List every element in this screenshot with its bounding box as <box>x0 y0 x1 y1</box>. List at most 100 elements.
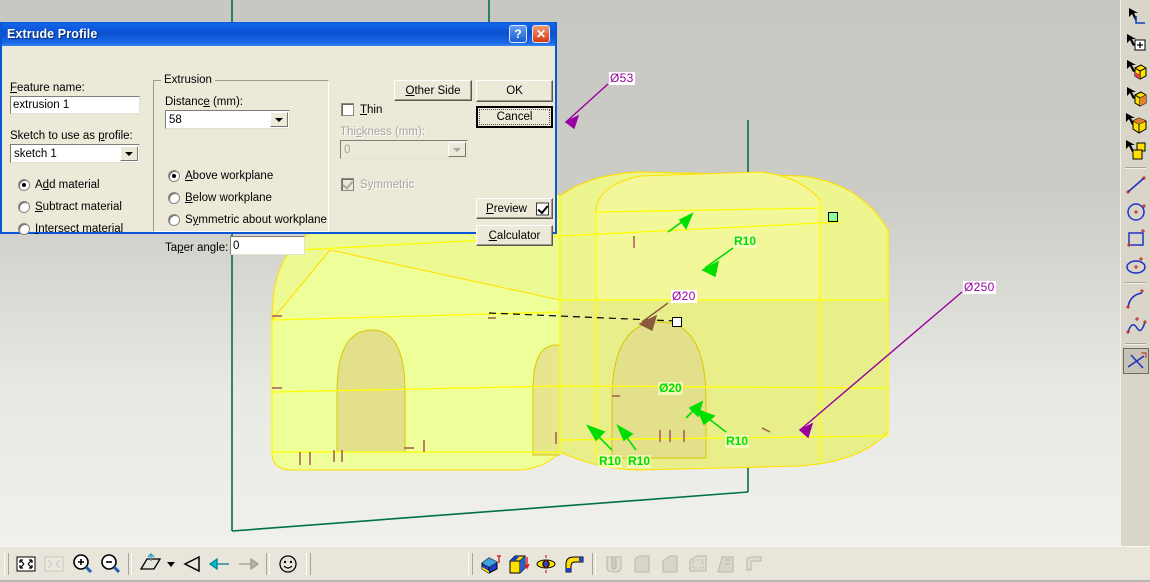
thread-feature-icon <box>741 551 767 577</box>
chamfer-feature-icon <box>657 551 683 577</box>
radio-indicator <box>18 179 30 191</box>
sketch-dropdown-value: sketch 1 <box>14 147 57 160</box>
line-tool[interactable] <box>1123 172 1149 198</box>
arc-tool[interactable] <box>1123 287 1149 313</box>
sweep-profile-icon[interactable] <box>561 551 587 577</box>
radio-intersect-material-label: Intersect material <box>35 223 124 235</box>
ok-button[interactable]: OK <box>476 80 553 102</box>
selection-handle-center[interactable] <box>672 317 682 327</box>
bottom-toolbar[interactable] <box>0 546 1150 580</box>
workplane-view-icon[interactable] <box>137 551 163 577</box>
preview-label: Preview <box>486 202 527 215</box>
draft-feature-icon <box>713 551 739 577</box>
select-edge-tool[interactable] <box>1123 84 1149 110</box>
rectangle-tool[interactable] <box>1123 226 1149 252</box>
zoom-fit-icon[interactable] <box>13 551 39 577</box>
select-assembly-tool[interactable] <box>1123 138 1149 164</box>
distance-label: Distance (mm): <box>165 96 243 108</box>
radio-indicator <box>168 214 180 226</box>
radio-symmetric-workplane[interactable]: Symmetric about workplane <box>168 214 327 226</box>
dim-d250[interactable]: Ø250 <box>963 281 996 294</box>
zoom-in-icon[interactable] <box>69 551 95 577</box>
shaded-view-icon[interactable] <box>275 551 301 577</box>
toolbar-separator-b3 <box>592 552 596 575</box>
select-face-tool[interactable] <box>1123 57 1149 83</box>
toolbar-separator-2 <box>1125 282 1146 284</box>
close-icon[interactable]: ✕ <box>532 25 550 43</box>
right-toolbar[interactable] <box>1120 0 1150 546</box>
dim-d20-upper[interactable]: Ø20 <box>671 290 697 303</box>
feature-name-input[interactable]: extrusion 1 <box>10 96 140 114</box>
toolbar-grip-2[interactable] <box>306 552 311 575</box>
preview-checkbox[interactable] <box>536 202 549 215</box>
trim-tool[interactable] <box>1123 348 1149 374</box>
toolbar-grip-3[interactable] <box>468 552 473 575</box>
radio-below-workplane-label: Below workplane <box>185 192 272 204</box>
dialog-body: Feature name: extrusion 1 Sketch to use … <box>2 46 555 255</box>
revolve-profile-icon[interactable] <box>533 551 559 577</box>
cancel-button[interactable]: Cancel <box>476 106 553 128</box>
diameter-d20-lower[interactable]: Ø20 <box>658 382 683 395</box>
dialog-titlebar[interactable]: Extrude Profile ? ✕ <box>2 22 555 46</box>
distance-value: 58 <box>169 113 182 126</box>
help-icon[interactable]: ? <box>509 25 527 43</box>
extrude-profile-dialog[interactable]: Extrude Profile ? ✕ Feature name: extrus… <box>0 22 557 255</box>
radio-add-material-label: Add material <box>35 179 100 191</box>
select-solid-tool[interactable] <box>1123 111 1149 137</box>
extrusion-group-caption: Extrusion <box>161 74 215 86</box>
extrude-profile-icon[interactable] <box>477 551 503 577</box>
sketch-dropdown[interactable]: sketch 1 <box>10 144 140 163</box>
radio-indicator <box>168 170 180 182</box>
radio-add-material[interactable]: Add material <box>18 179 100 191</box>
radio-subtract-material-label: Subtract material <box>35 201 122 213</box>
thickness-value: 0 <box>344 143 351 156</box>
zoom-out-icon[interactable] <box>97 551 123 577</box>
subtract-profile-icon[interactable] <box>505 551 531 577</box>
symmetric-checkbox: Symmetric <box>341 178 414 191</box>
symmetric-label: Symmetric <box>360 178 415 191</box>
preview-button[interactable]: Preview <box>476 198 553 219</box>
radius-r10-left[interactable]: R10 <box>598 455 623 468</box>
isometric-view-icon[interactable] <box>179 551 205 577</box>
spline-tool[interactable] <box>1123 314 1149 340</box>
previous-view-icon[interactable] <box>207 551 233 577</box>
blend-feature-icon <box>629 551 655 577</box>
cancel-label: Cancel <box>479 109 550 125</box>
other-side-button[interactable]: Other Side <box>394 80 472 101</box>
toolbar-separator-b1 <box>128 552 132 575</box>
next-view-icon <box>235 551 261 577</box>
radio-symmetric-workplane-label: Symmetric about workplane <box>185 214 327 226</box>
radio-above-workplane-label: Above workplane <box>185 170 274 182</box>
other-side-label: Other Side <box>405 84 461 97</box>
calculator-button[interactable]: Calculator <box>476 225 553 246</box>
chevron-down-icon[interactable] <box>120 146 138 161</box>
toolbar-grip[interactable] <box>4 552 9 575</box>
chevron-down-icon[interactable] <box>270 112 288 127</box>
dim-d53[interactable]: Ø53 <box>609 72 635 85</box>
checkbox-indicator <box>341 103 354 116</box>
radio-below-workplane[interactable]: Below workplane <box>168 192 272 204</box>
radius-r10-mid[interactable]: R10 <box>725 435 750 448</box>
thickness-dropdown: 0 <box>340 140 468 159</box>
thin-checkbox[interactable]: Thin <box>341 103 382 116</box>
ellipse-tool[interactable] <box>1123 253 1149 279</box>
radio-subtract-material[interactable]: Subtract material <box>18 201 122 213</box>
distance-dropdown[interactable]: 58 <box>165 110 290 129</box>
selection-handle-right[interactable] <box>828 212 838 222</box>
taper-angle-input[interactable]: 0 <box>230 236 305 255</box>
chevron-down-icon <box>448 142 466 157</box>
toolbar-separator-b2 <box>266 552 270 575</box>
radius-r10-right-upper[interactable]: R10 <box>733 235 758 248</box>
select-feature-tool[interactable] <box>1123 30 1149 56</box>
toolbar-separator <box>1125 167 1146 169</box>
view-dropdown-arrow[interactable] <box>165 551 177 577</box>
radio-intersect-material[interactable]: Intersect material <box>18 223 123 235</box>
radius-r10-left2[interactable]: R10 <box>627 455 652 468</box>
circle-tool[interactable] <box>1123 199 1149 225</box>
zoom-selection-icon <box>41 551 67 577</box>
dialog-title: Extrude Profile <box>7 27 98 41</box>
checkbox-indicator <box>341 178 354 191</box>
select-workplane-tool[interactable] <box>1123 3 1149 29</box>
radio-above-workplane[interactable]: Above workplane <box>168 170 273 182</box>
shell-feature-icon <box>685 551 711 577</box>
